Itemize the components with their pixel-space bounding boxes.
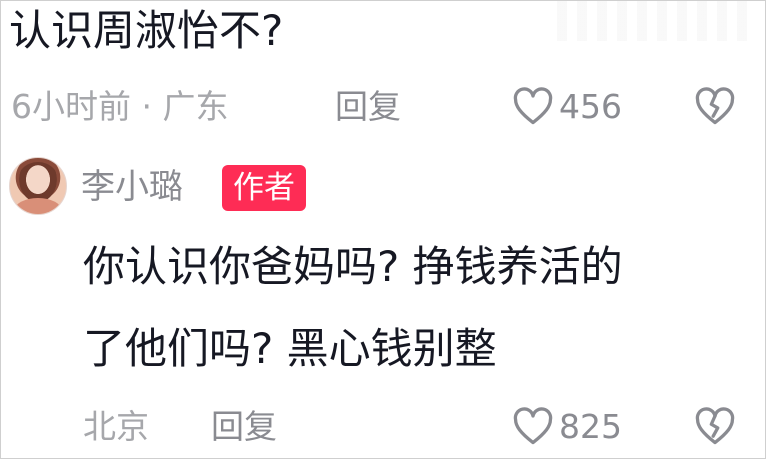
heart-icon xyxy=(513,87,553,125)
avatar[interactable] xyxy=(9,157,67,215)
author-badge: 作者 xyxy=(222,165,306,211)
dislike-button[interactable] xyxy=(693,85,737,129)
like-button[interactable] xyxy=(511,85,555,129)
broken-heart-icon xyxy=(695,87,735,125)
heart-icon xyxy=(513,407,553,445)
reply-location: 北京 xyxy=(83,407,149,446)
reply-username[interactable]: 李小璐 xyxy=(81,164,183,210)
reply-text-line1: 你认识你爸妈吗? 挣钱养活的 xyxy=(83,242,623,291)
reply-like-count: 825 xyxy=(559,407,622,446)
watermark-noise xyxy=(557,1,757,41)
comment-text: 认识周淑怡不? xyxy=(9,6,284,55)
comment-thread: 认识周淑怡不? 6小时前 · 广东 回复 456 李小璐 作者 你认识你爸妈吗?… xyxy=(0,0,766,459)
reply-dislike-button[interactable] xyxy=(693,405,737,449)
comment-reply-button[interactable]: 回复 xyxy=(335,85,401,129)
reply-text-line2: 了他们吗? 黑心钱别整 xyxy=(83,324,497,373)
comment-time-location: 6小时前 · 广东 xyxy=(11,87,229,126)
broken-heart-icon xyxy=(695,407,735,445)
reply-like-button[interactable] xyxy=(511,405,555,449)
avatar-shoulders xyxy=(14,198,62,214)
like-count: 456 xyxy=(559,87,622,126)
reply-reply-button[interactable]: 回复 xyxy=(211,405,277,449)
